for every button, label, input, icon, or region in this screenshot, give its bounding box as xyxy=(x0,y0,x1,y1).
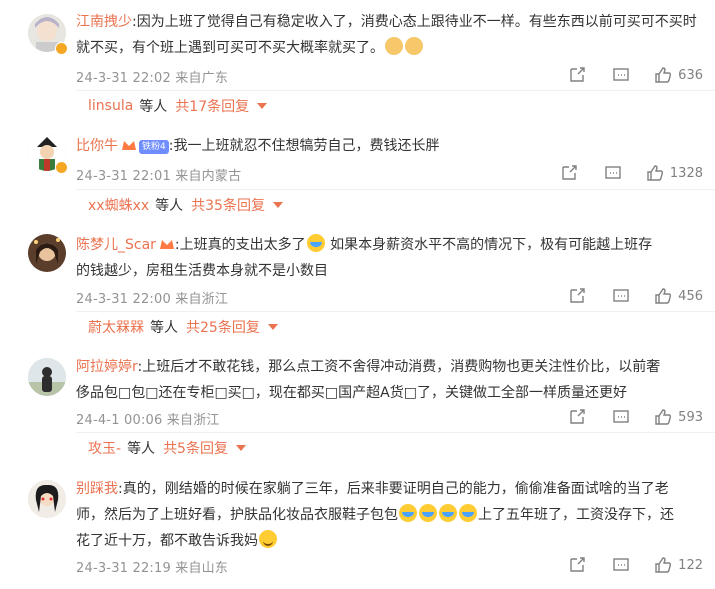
comment-text: 师，然后为了上班好看，护肤品化妆品衣服鞋子包包 xyxy=(76,507,398,523)
comment-body: 阿拉婷婷r:上班后才不敢花钱，那么点工资不舍得冲动消费，消费购物也更关注性价比，… xyxy=(76,354,706,406)
avatar[interactable] xyxy=(28,234,66,272)
chevron-down-icon xyxy=(257,103,268,109)
cat-emoji-icon xyxy=(385,37,403,55)
comment-actions: 636 xyxy=(568,65,703,85)
avatar[interactable] xyxy=(28,480,66,518)
reply-etc: 等人 xyxy=(139,99,168,115)
like-count: 593 xyxy=(678,409,703,425)
like-icon[interactable] xyxy=(654,287,672,305)
crying-emoji-icon xyxy=(459,504,477,522)
share-icon[interactable] xyxy=(568,287,586,305)
like-count: 636 xyxy=(678,67,703,83)
crown-badge-icon xyxy=(122,141,136,150)
reply-username[interactable]: 攻玉- xyxy=(88,438,121,458)
comment-text: 花了近十万，都不敢告诉我妈 xyxy=(76,533,258,549)
share-icon[interactable] xyxy=(568,408,586,426)
reply-count-link[interactable]: 共17条回复 xyxy=(175,96,249,116)
comment-meta: 24-3-31 22:01 来自内蒙古 xyxy=(76,169,242,184)
share-icon[interactable] xyxy=(568,556,586,574)
cat-emoji-icon xyxy=(405,37,423,55)
crying-emoji-icon xyxy=(399,504,417,522)
chevron-down-icon xyxy=(267,324,278,330)
comment-meta: 24-4-1 00:06 来自浙江 xyxy=(76,413,220,428)
comment-text: :我一上班就忍不住想犒劳自己，费钱还长胖 xyxy=(168,138,440,154)
comment-meta: 24-3-31 22:19 来自山东 xyxy=(76,561,229,576)
chevron-down-icon xyxy=(272,202,283,208)
like-count: 1328 xyxy=(669,165,703,181)
fan-badge: 铁粉4 xyxy=(139,140,169,154)
avatar[interactable] xyxy=(28,358,66,396)
comment-icon[interactable] xyxy=(612,556,630,574)
username[interactable]: 阿拉婷婷r xyxy=(76,359,138,375)
comment-icon[interactable] xyxy=(604,164,622,182)
comment-meta: 24-3-31 22:00 来自浙江 xyxy=(76,292,229,307)
like-icon[interactable] xyxy=(654,66,672,84)
comment-text: 上了五年班了，工资没存下，还 xyxy=(478,507,674,523)
comment-meta: 24-3-31 22:02 来自广东 xyxy=(76,71,229,86)
comment-actions: 1328 xyxy=(560,163,703,183)
reply-etc: 等人 xyxy=(150,320,178,336)
reply-summary[interactable]: linsula 等人 共17条回复 xyxy=(76,90,715,121)
comment-actions: 456 xyxy=(568,286,703,306)
reply-count-link[interactable]: 共35条回复 xyxy=(191,195,265,215)
comment-text: 如果本身薪资水平不高的情况下，极有可能越上班存 xyxy=(325,237,653,253)
comment-body: 江南拽少:因为上班了觉得自己有稳定收入了，消费心态上跟待业不一样。有些东西以前可… xyxy=(76,9,706,61)
share-icon[interactable] xyxy=(560,164,578,182)
like-icon[interactable] xyxy=(646,164,664,182)
reply-username[interactable]: linsula xyxy=(88,98,133,114)
like-count: 122 xyxy=(678,557,703,573)
reply-summary[interactable]: xx蜘蛛xx 等人 共35条回复 xyxy=(76,189,715,220)
username[interactable]: 陈梦儿_Scar xyxy=(76,237,156,253)
comment-body: 别踩我:真的，刚结婚的时候在家躺了三年，后来非要证明自己的能力，偷偷准备面试啥的… xyxy=(76,476,706,554)
crying-emoji-icon xyxy=(439,504,457,522)
comment-text: 侈品包□包□还在专柜□买□，现在都买□国产超A货□了，关键做工全部一样质量还更好 xyxy=(76,385,627,401)
comment-icon[interactable] xyxy=(612,287,630,305)
crying-emoji-icon xyxy=(419,504,437,522)
reply-summary[interactable]: 蔚太槑槑 等人 共25条回复 xyxy=(76,311,715,342)
reply-etc: 等人 xyxy=(127,441,156,457)
comment-text: 的钱越少，房租生活费本身就不是小数目 xyxy=(76,263,328,279)
comment-icon[interactable] xyxy=(612,408,630,426)
crying-emoji-icon xyxy=(306,234,325,252)
like-count: 456 xyxy=(678,288,703,304)
smile-emoji-icon xyxy=(259,530,277,548)
comment-text: :真的，刚结婚的时候在家躺了三年，后来非要证明自己的能力，偷偷准备面试啥的当了老 xyxy=(118,481,669,497)
username[interactable]: 比你牛 xyxy=(76,138,118,154)
comment-text: :上班后才不敢花钱，那么点工资不舍得冲动消费，消费购物也更关注性价比，以前奢 xyxy=(137,359,661,375)
reply-count-link[interactable]: 共5条回复 xyxy=(163,438,228,458)
comment-body: 比你牛 铁粉4:我一上班就忍不住想犒劳自己，费钱还长胖 xyxy=(76,133,706,159)
share-icon[interactable] xyxy=(568,66,586,84)
comment-body: 陈梦儿_Scar :上班真的支出太多了 如果本身薪资水平不高的情况下，极有可能越上… xyxy=(76,232,706,284)
reply-username[interactable]: xx蜘蛛xx xyxy=(88,195,149,215)
comment-text: :上班真的支出太多了 xyxy=(174,237,306,253)
like-icon[interactable] xyxy=(654,556,672,574)
reply-count-link[interactable]: 共25条回复 xyxy=(186,317,260,337)
username[interactable]: 江南拽少 xyxy=(76,14,132,30)
comment-icon[interactable] xyxy=(612,66,630,84)
username[interactable]: 别踩我 xyxy=(76,481,118,497)
comment-actions: 593 xyxy=(568,407,703,427)
reply-etc: 等人 xyxy=(155,198,184,214)
reply-username[interactable]: 蔚太槑槑 xyxy=(88,317,144,337)
vip-badge-icon xyxy=(55,161,68,174)
crown-badge-icon xyxy=(159,240,174,249)
like-icon[interactable] xyxy=(654,408,672,426)
vip-badge-icon xyxy=(55,42,68,55)
comment-actions: 122 xyxy=(568,555,703,575)
chevron-down-icon xyxy=(235,445,246,451)
reply-summary[interactable]: 攻玉- 等人 共5条回复 xyxy=(76,432,715,463)
